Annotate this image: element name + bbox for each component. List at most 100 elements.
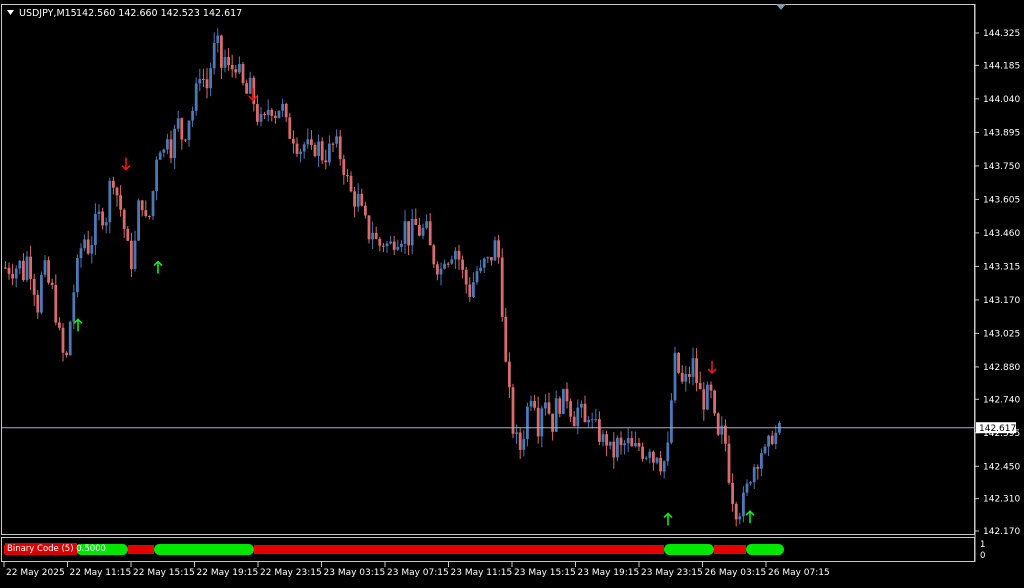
candle-body [108, 180, 112, 223]
binary-code-indicator [4, 543, 784, 555]
candle-body [198, 79, 202, 84]
candle-body [43, 260, 47, 275]
candle-body [115, 187, 119, 196]
candle-body [36, 294, 40, 313]
chart-canvas[interactable]: USDJPY,M15 142.560 142.660 142.523 142.6… [0, 0, 1024, 584]
price-tick-label: 143.315 [983, 262, 1020, 272]
candle-body [551, 413, 554, 432]
candle-body [310, 139, 313, 146]
candle-body [83, 239, 86, 249]
candle-body [734, 503, 738, 520]
candle-body [623, 443, 626, 446]
candle-body [641, 446, 644, 459]
candle-body [76, 258, 79, 293]
candle-body [713, 390, 716, 414]
candle-body [187, 120, 191, 140]
candle-body [745, 483, 749, 493]
candle-body [475, 271, 479, 283]
dropdown-triangle-icon[interactable] [7, 10, 14, 15]
candle-body [266, 109, 270, 116]
candle-body [612, 441, 616, 458]
candle-body [544, 402, 547, 409]
candle-body [482, 258, 486, 268]
candle-body [400, 243, 403, 247]
candle-body [580, 403, 583, 408]
candle-body [680, 372, 684, 382]
candle-body [749, 482, 752, 484]
candle-body [119, 195, 122, 210]
trading-chart[interactable]: USDJPY,M15 142.560 142.660 142.523 142.6… [0, 0, 1024, 584]
candle-body [97, 211, 101, 214]
candle-body [666, 442, 670, 462]
time-tick-label: 22 May 2025 [6, 568, 65, 578]
price-tick-label: 142.450 [983, 462, 1020, 472]
candle-body [500, 257, 504, 317]
candle-body [25, 256, 29, 280]
price-axis: 144.325 144.185 144.040 143.895 143.750 143.6… [975, 29, 1020, 537]
candle-body [558, 398, 562, 414]
candle-body [662, 461, 666, 472]
time-tick-label: 23 May 23:15 [641, 568, 703, 578]
candle-body [569, 401, 572, 417]
time-tick-label: 22 May 19:15 [197, 568, 259, 578]
candle-body [382, 245, 385, 247]
candle-body [497, 240, 500, 258]
candle-body [407, 221, 410, 246]
candle-body [637, 442, 641, 447]
candle-body [284, 104, 288, 118]
candle-body [234, 69, 238, 73]
time-tick-label: 23 May 19:15 [578, 568, 640, 578]
sell-arrow-down-icon [707, 360, 717, 375]
candle-body [65, 352, 68, 356]
candle-body [220, 35, 223, 68]
candle-body [410, 218, 414, 246]
candle-body [7, 267, 11, 274]
candle-body [464, 269, 468, 285]
candle-body [594, 419, 598, 421]
time-tick-label: 22 May 23:15 [260, 568, 322, 578]
candle-body [767, 435, 770, 447]
candle-body [698, 382, 702, 390]
candle-body [140, 200, 144, 211]
candle-body [274, 115, 277, 118]
candle-body [151, 191, 155, 217]
candle-body [702, 389, 706, 410]
candle-body [630, 437, 634, 447]
indicator-green-segment [154, 544, 254, 555]
candle-body [634, 442, 637, 447]
indicator-green-segment [746, 544, 784, 555]
candle-body [626, 437, 630, 444]
candle-body [367, 215, 371, 240]
time-tick-label: 22 May 15:15 [133, 568, 195, 578]
candle-body [385, 243, 389, 247]
candle-body [655, 457, 659, 463]
time-tick-label: 23 May 03:15 [324, 568, 386, 578]
candle-body [353, 191, 356, 207]
candle-body [727, 443, 731, 483]
candle-body [32, 278, 36, 295]
candle-body [277, 110, 281, 118]
candle-body [565, 388, 569, 402]
candle-body [259, 113, 263, 122]
time-tick-label: 22 May 11:15 [70, 568, 132, 578]
candle-body [245, 83, 248, 94]
chart-shift-marker-icon[interactable] [776, 4, 786, 10]
candle-body [133, 240, 137, 269]
candle-body [349, 175, 353, 192]
candle-body [760, 453, 763, 469]
candle-body [256, 103, 259, 122]
candle-body [547, 402, 551, 414]
candle-body [583, 403, 587, 423]
candle-body [223, 57, 227, 68]
candle-body [313, 145, 317, 156]
indicator-scale-bottom: 0 [980, 551, 985, 561]
candle-body [731, 482, 734, 504]
candle-body [403, 221, 407, 244]
candle-body [371, 232, 374, 240]
chart-header: USDJPY,M15 142.560 142.660 142.523 142.6… [7, 8, 242, 19]
candle-body [148, 216, 151, 218]
candle-body [270, 109, 274, 116]
candle-body [101, 211, 104, 226]
candle-body [673, 352, 677, 401]
candle-body [79, 248, 83, 259]
